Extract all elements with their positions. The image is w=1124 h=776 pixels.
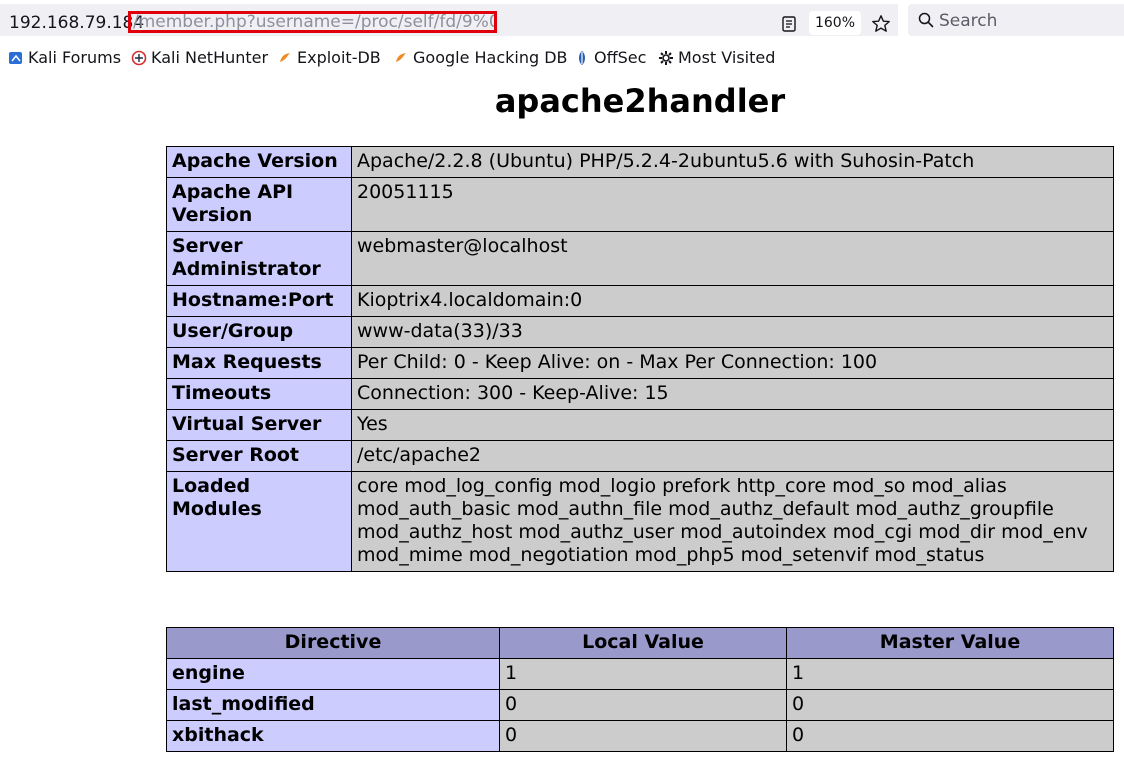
search-placeholder: Search: [939, 11, 998, 31]
table-row: Server Administrator webmaster@localhost: [166, 231, 1114, 286]
table-row: Server Root/etc/apache2: [166, 440, 1114, 472]
search-icon: [918, 12, 934, 28]
row-value: Apache/2.2.8 (Ubuntu) PHP/5.2.4-2ubuntu5…: [351, 146, 1114, 178]
table-row: Timeouts Connection: 300 - Keep-Alive: 15: [166, 378, 1114, 410]
table-row: Hostname:Port Kioptrix4.localdomain:0: [166, 285, 1114, 317]
directive-name: engine: [166, 658, 500, 690]
row-value: www-data(33)/33: [351, 316, 1114, 348]
master-value: 1: [786, 658, 1114, 690]
row-value: Yes: [351, 409, 1114, 441]
row-label: Server Root: [166, 440, 352, 472]
table-row: Apache API Version 20051115: [166, 177, 1114, 232]
zoom-level-button[interactable]: 160%: [809, 11, 861, 35]
bookmark-label: Kali Forums: [28, 48, 122, 67]
row-label: Timeouts: [166, 378, 352, 410]
table-row: last_modified 0 0: [166, 689, 1114, 721]
row-label: User/Group: [166, 316, 352, 348]
gear-icon: [659, 51, 673, 65]
column-header: Directive: [166, 627, 500, 659]
row-value: Kioptrix4.localdomain:0: [351, 285, 1114, 317]
apache-info-table: Apache Version Apache/2.2.8 (Ubuntu) PHP/…: [166, 146, 1114, 572]
row-label: Max Requests: [166, 347, 352, 379]
row-value: webmaster@localhost: [351, 231, 1114, 286]
address-bar[interactable]: 192.168.79.184 /member.php?username=/pro…: [0, 4, 898, 36]
directive-name: last_modified: [166, 689, 500, 721]
page-title: apache2handler: [494, 82, 786, 120]
row-label: Apache API Version: [166, 177, 352, 232]
search-field[interactable]: Search: [908, 4, 1124, 36]
bookmark-label: Kali NetHunter: [151, 48, 269, 67]
table-header-row: Directive Local Value Master Value: [166, 627, 1114, 659]
row-label: Apache Version: [166, 146, 352, 178]
exploit-db-icon: [280, 53, 290, 62]
row-value: /etc/apache2: [351, 440, 1114, 472]
local-value: 0: [499, 720, 787, 752]
table-row: xbithack 0 0: [166, 720, 1114, 752]
navigation-toolbar: 192.168.79.184 /member.php?username=/pro…: [0, 0, 1124, 40]
bookmark-label: Google Hacking DB: [413, 48, 568, 67]
table-row: User/Group www-data(33)/33: [166, 316, 1114, 348]
table-row: Max Requests Per Child: 0 - Keep Alive: o…: [166, 347, 1114, 379]
table-row: Apache Version Apache/2.2.8 (Ubuntu) PHP/…: [166, 146, 1114, 178]
bookmark-label: Exploit-DB: [297, 48, 381, 67]
reader-view-icon[interactable]: [780, 15, 798, 33]
row-label: Server Administrator: [166, 231, 352, 286]
bookmark-star-icon[interactable]: [871, 14, 891, 34]
bookmarks-toolbar: Kali Forums Kali NetHunter Exploit-DB Go…: [0, 42, 1124, 74]
kali-nethunter-icon: [131, 50, 147, 66]
directives-table: Directive Local Value Master Value engin…: [166, 627, 1114, 752]
table-row: engine 1 1: [166, 658, 1114, 690]
row-value: 20051115: [351, 177, 1114, 232]
row-value: Connection: 300 - Keep-Alive: 15: [351, 378, 1114, 410]
bookmark-label: Most Visited: [678, 48, 776, 67]
row-value: core mod_log_config mod_logio prefork ht…: [351, 471, 1114, 572]
master-value: 0: [786, 720, 1114, 752]
bookmark-label: OffSec: [594, 48, 647, 67]
row-label: Virtual Server: [166, 409, 352, 441]
local-value: 0: [499, 689, 787, 721]
row-label: Hostname:Port: [166, 285, 352, 317]
directive-name: xbithack: [166, 720, 500, 752]
column-header: Master Value: [786, 627, 1114, 659]
table-row: Loaded Modules core mod_log_config mod_lo…: [166, 471, 1114, 572]
master-value: 0: [786, 689, 1114, 721]
column-header: Local Value: [499, 627, 787, 659]
row-label: Loaded Modules: [166, 471, 352, 572]
url-path-highlight: /member.php?username=/proc/self/fd/9%00: [128, 11, 497, 33]
ghdb-icon: [396, 53, 406, 62]
local-value: 1: [499, 658, 787, 690]
offsec-icon: [579, 51, 585, 65]
kali-forums-icon: [9, 52, 22, 64]
url-host: 192.168.79.184: [9, 13, 145, 33]
table-row: Virtual Server Yes: [166, 409, 1114, 441]
row-value: Per Child: 0 - Keep Alive: on - Max Per …: [351, 347, 1114, 379]
